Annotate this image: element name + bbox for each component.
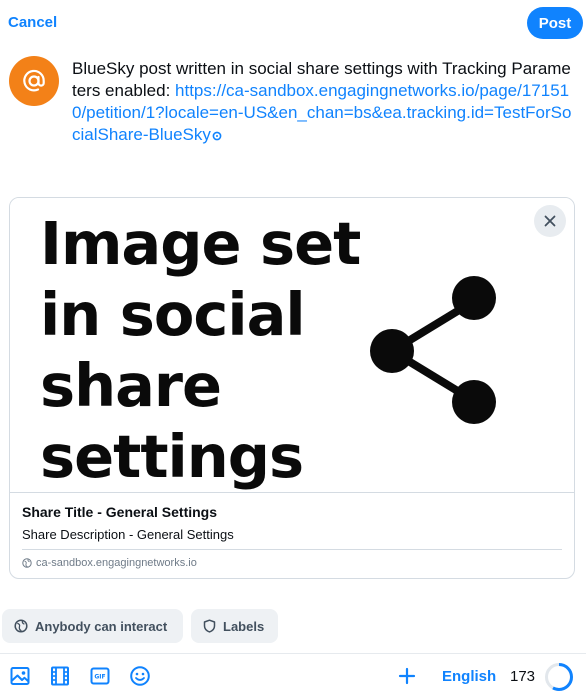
globe-icon: [22, 558, 32, 568]
language-selector[interactable]: English: [442, 668, 496, 685]
video-icon: [51, 666, 69, 686]
image-headline-line: in social: [40, 280, 306, 349]
card-inner-divider: [22, 549, 562, 550]
image-icon: [10, 667, 30, 685]
cursor-icon: [212, 131, 222, 140]
card-domain-row: ca-sandbox.engagingnetworks.io: [22, 557, 197, 569]
character-limit-ring: [545, 663, 573, 691]
add-thread-post-button[interactable]: [395, 664, 419, 688]
interaction-settings-label: Anybody can interact: [35, 618, 168, 634]
interaction-settings-button[interactable]: Anybody can interact: [2, 609, 183, 643]
add-gif-button[interactable]: GIF: [88, 664, 112, 688]
card-description: Share Description - General Settings: [22, 527, 234, 542]
link-preview-card[interactable]: Image set in social share settings Share…: [9, 197, 575, 579]
post-button[interactable]: Post: [527, 7, 583, 39]
card-title: Share Title - General Settings: [22, 504, 218, 520]
svg-text:GIF: GIF: [94, 674, 105, 681]
shield-icon: [203, 619, 216, 633]
card-divider: [10, 492, 574, 493]
post-text-editor[interactable]: BlueSky post written in social share set…: [72, 58, 572, 146]
character-count: 173: [510, 668, 536, 685]
cancel-button[interactable]: Cancel: [8, 14, 57, 31]
add-video-button[interactable]: [48, 664, 72, 688]
gif-icon: GIF: [90, 667, 110, 685]
top-bar: Cancel Post: [0, 0, 586, 46]
image-headline-line: share: [40, 351, 222, 420]
at-sign-icon: [23, 69, 45, 92]
close-icon: [544, 215, 556, 227]
earth-icon: [14, 619, 28, 633]
add-image-button[interactable]: [8, 664, 32, 688]
add-emoji-button[interactable]: [128, 664, 152, 688]
card-domain: ca-sandbox.engagingnetworks.io: [36, 557, 197, 569]
plus-icon: [398, 667, 416, 685]
labels-button[interactable]: Labels: [191, 609, 278, 643]
share-icon: [370, 276, 496, 424]
remove-card-button[interactable]: [534, 205, 566, 237]
labels-label: Labels: [223, 618, 265, 634]
image-headline-line: settings: [40, 422, 304, 491]
image-headline-line: Image set: [40, 209, 361, 278]
emoji-icon: [130, 666, 150, 686]
image-headline: Image set in social share settings: [40, 208, 361, 492]
toolbar-divider: [0, 653, 586, 654]
avatar: [9, 56, 59, 106]
link-preview-image: Image set in social share settings: [10, 198, 574, 492]
